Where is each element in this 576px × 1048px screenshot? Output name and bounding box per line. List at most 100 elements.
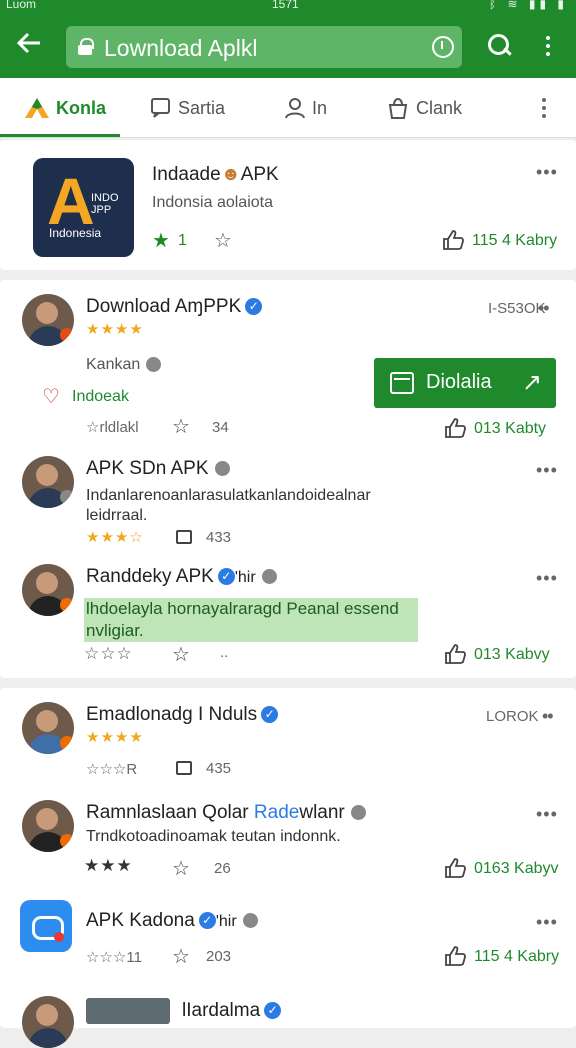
- app-icon[interactable]: A INDO JPP Indonesia: [33, 158, 134, 257]
- rating-stars: ★★★☆: [86, 529, 144, 546]
- person-icon: [285, 98, 305, 119]
- address-bar[interactable]: Lownload Aplkl: [66, 26, 462, 68]
- more-icon[interactable]: ••: [542, 706, 554, 727]
- reload-icon[interactable]: [432, 36, 454, 58]
- author-name: APK Kadona: [86, 910, 195, 931]
- tab-sartia[interactable]: Sartia: [150, 78, 225, 138]
- comment-count: ..: [220, 644, 229, 661]
- author-suffix: 'hir: [215, 913, 237, 930]
- tab-label: Clank: [416, 97, 463, 118]
- status-time: 1571: [272, 0, 299, 11]
- app-logo-icon: [25, 98, 49, 118]
- thumbs-up-icon[interactable]: [444, 418, 466, 438]
- avatar[interactable]: [22, 564, 74, 616]
- gear-icon: [146, 357, 162, 373]
- app-title: Indaade☻APK: [152, 164, 279, 186]
- thumbs-up-icon[interactable]: [444, 946, 466, 966]
- tab-label: In: [312, 97, 328, 118]
- tab-clank[interactable]: Clank: [386, 78, 462, 138]
- verified-icon: ✓: [198, 912, 216, 930]
- thumbs-up-icon[interactable]: [442, 230, 464, 250]
- author-suffix: 'hir: [234, 569, 256, 586]
- more-icon[interactable]: •••: [536, 460, 558, 481]
- active-tab-indicator: [0, 134, 120, 137]
- comment-author[interactable]: Randdeky APK ✓'hir: [86, 566, 277, 588]
- rating-stars: ★★★★: [86, 729, 144, 746]
- search-icon[interactable]: [488, 34, 512, 58]
- comment-author[interactable]: Emadlonadg I Nduls ✓: [86, 704, 279, 726]
- rating-stars: ☆☆☆: [84, 644, 133, 663]
- comments-card: Download AɱPPK ✓ ★★★★ I-S53OK •• Kankan ♡…: [0, 280, 576, 678]
- author-name: lIardalma: [182, 1000, 261, 1021]
- verified-icon: ✓: [264, 1002, 282, 1020]
- gear-icon: [261, 569, 277, 585]
- star-outline-icon[interactable]: ☆: [172, 414, 190, 439]
- status-left: Luom: [6, 0, 37, 11]
- avatar[interactable]: [22, 294, 74, 346]
- more-icon[interactable]: •••: [536, 162, 558, 183]
- rating-stars: ★★★: [84, 856, 133, 876]
- overflow-menu-icon[interactable]: [546, 36, 550, 60]
- person-emoji-icon: ☻: [220, 164, 241, 185]
- bag-icon: [388, 98, 408, 119]
- rating-outline: ☆☆☆11: [86, 949, 142, 966]
- url-text: Lownload Aplkl: [104, 35, 258, 61]
- more-icon[interactable]: •••: [536, 804, 558, 825]
- star-outline-icon[interactable]: ☆: [214, 228, 232, 253]
- more-icon[interactable]: •••: [536, 912, 558, 933]
- comment-likes: 013 Kabvy: [474, 646, 550, 663]
- favorite-label: Indoeak: [72, 388, 129, 405]
- tag-label: Kankan: [86, 356, 141, 373]
- avatar[interactable]: [22, 456, 74, 508]
- tab-konla[interactable]: Konla: [24, 78, 106, 138]
- tab-label: Sartia: [178, 97, 226, 118]
- star-outline-icon[interactable]: ☆: [172, 944, 190, 969]
- comment-author[interactable]: APK Kadona ✓'hir: [86, 910, 258, 932]
- author-highlight: Rade: [253, 802, 300, 823]
- status-bar: Luom 1571 ᛒ ≋ ▮▮ ▮: [0, 0, 576, 14]
- download-button-label: Diolalia: [426, 371, 492, 393]
- star-filled-icon: ★: [152, 230, 170, 252]
- comment-meta: LOROK: [486, 708, 539, 725]
- chat-icon: [151, 98, 170, 118]
- highlighted-comment-body: lhdoelayla hornayalraragd Peanal essend …: [84, 598, 418, 642]
- app-icon-label: Indonesia: [49, 226, 102, 240]
- rating-outline: ☆rldlakl: [86, 419, 139, 436]
- thumbs-up-icon[interactable]: [444, 644, 466, 664]
- download-button[interactable]: Diolalia ↗: [374, 358, 556, 408]
- author-name: Emadlonadg I Nduls: [86, 704, 258, 725]
- avatar[interactable]: [22, 800, 74, 852]
- comment-count: 433: [206, 529, 232, 546]
- comment-bubble-icon[interactable]: [176, 530, 192, 544]
- heart-icon[interactable]: ♡: [42, 384, 60, 409]
- avatar[interactable]: [22, 996, 74, 1048]
- back-arrow-icon[interactable]: [16, 30, 46, 60]
- thumbs-up-icon[interactable]: [444, 858, 466, 878]
- tab-in[interactable]: In: [284, 78, 327, 138]
- avatar[interactable]: [22, 702, 74, 754]
- author-name: APK SDn APK: [86, 458, 209, 479]
- comment-likes: 115 4 Kabry: [474, 948, 560, 965]
- comment-bubble-icon[interactable]: [176, 761, 192, 775]
- app-avatar-icon[interactable]: [20, 900, 72, 952]
- more-icon[interactable]: •••: [536, 568, 558, 589]
- app-likes: 115 4 Kabry: [472, 232, 558, 249]
- comment-tag: Kankan: [86, 356, 162, 374]
- app-icon-tag: INDO JPP: [91, 192, 119, 216]
- tab-bar: Konla Sartia In Clank: [0, 78, 576, 138]
- comment-count: 26: [214, 860, 231, 877]
- tabs-more-icon[interactable]: [542, 98, 546, 122]
- lock-icon: [78, 38, 94, 55]
- verified-icon: ✓: [245, 298, 263, 316]
- app-name: Indaade: [152, 164, 221, 185]
- app-logo-icon: A: [47, 164, 95, 238]
- comment-author[interactable]: Ramnlaslaan Qolar Radewlanr: [86, 802, 366, 824]
- comment-author[interactable]: Download AɱPPK ✓: [86, 296, 263, 318]
- author-name: Ramnlaslaan Qolar: [86, 802, 249, 823]
- star-outline-icon[interactable]: ☆: [172, 642, 190, 667]
- more-icon[interactable]: ••: [538, 298, 550, 319]
- browser-toolbar: Lownload Aplkl: [0, 14, 576, 78]
- comment-author[interactable]: APK SDn APK: [86, 458, 230, 480]
- star-outline-icon[interactable]: ☆: [172, 856, 190, 881]
- comment-author[interactable]: lIardalma ✓: [182, 1000, 282, 1022]
